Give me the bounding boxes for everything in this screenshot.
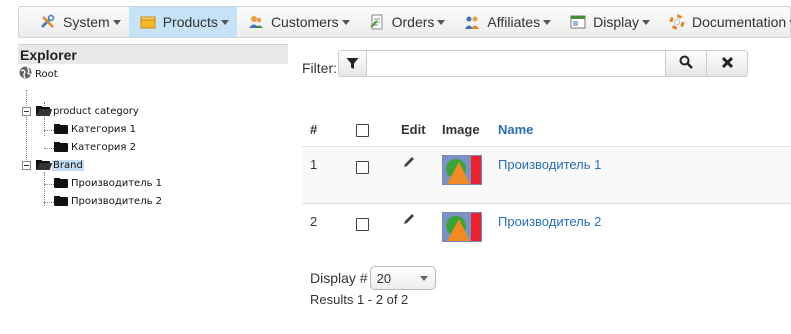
table-row: 1 Производитель 1 <box>302 146 791 203</box>
menu-affiliates[interactable]: Affiliates <box>453 7 559 37</box>
chevron-down-icon <box>341 19 350 25</box>
tree-node-manufacturer-2[interactable]: Производитель 2 <box>54 193 163 209</box>
close-icon <box>721 56 734 72</box>
menu-display[interactable]: Display <box>559 7 658 37</box>
name-link-text[interactable]: Производитель 1 <box>498 157 601 172</box>
tree-label: Производитель 2 <box>71 195 163 207</box>
pencil-icon[interactable] <box>402 212 416 229</box>
main-menu-bar: System Products Customers Orders Affilia… <box>18 6 791 38</box>
folder-open-icon <box>36 106 53 116</box>
tree-label: product category <box>53 105 139 117</box>
menu-documentation[interactable]: Documentation <box>658 7 791 37</box>
name-link-text[interactable]: Производитель 2 <box>498 214 601 229</box>
people-icon <box>463 14 481 30</box>
tree-label: Brand <box>52 159 84 171</box>
tree-connector <box>26 90 27 164</box>
filter-input[interactable] <box>367 50 666 77</box>
chevron-down-icon <box>543 19 552 25</box>
table-row: 2 Производитель 2 <box>302 203 791 260</box>
display-label: Display # <box>310 270 368 286</box>
tree-label: Производитель 1 <box>71 177 163 189</box>
menu-documentation-label: Documentation <box>692 14 787 30</box>
chevron-down-icon <box>642 19 650 25</box>
tree-connector <box>44 148 54 149</box>
manufacturer-thumbnail <box>442 155 482 185</box>
tree-node-manufacturer-1[interactable]: Производитель 1 <box>54 175 163 191</box>
users-icon <box>247 14 265 30</box>
lifebuoy-icon <box>668 14 686 30</box>
tree-connector <box>44 172 45 206</box>
collapse-toggle[interactable] <box>22 161 31 170</box>
row-number: 2 <box>310 214 318 229</box>
header-number: # <box>310 122 318 137</box>
chevron-down-icon <box>112 19 121 25</box>
folder-open-icon <box>36 160 53 170</box>
explorer-panel: Explorer Root product category Категория… <box>18 44 288 324</box>
tree-connector <box>44 202 54 203</box>
menu-system[interactable]: System <box>29 7 129 37</box>
filter-icon <box>338 50 367 77</box>
globe-icon <box>19 66 32 82</box>
folder-icon <box>54 124 68 134</box>
box-icon <box>139 14 157 30</box>
monitor-icon <box>569 14 587 30</box>
tree-node-category-2[interactable]: Категория 2 <box>54 139 137 155</box>
manufacturer-name-link[interactable]: Производитель 1 <box>498 157 601 172</box>
clear-button[interactable] <box>707 50 748 77</box>
pencil-icon[interactable] <box>402 155 416 172</box>
tree-node-product-category[interactable]: product category <box>36 103 140 119</box>
tree-label: Root <box>35 68 58 80</box>
header-edit: Edit <box>401 122 426 137</box>
menu-customers[interactable]: Customers <box>237 7 358 37</box>
select-all-checkbox[interactable] <box>356 124 369 137</box>
display-limit: Display # 20 <box>310 266 436 290</box>
tree-label: Категория 1 <box>71 123 136 135</box>
header-name-sort-link[interactable]: Name <box>498 122 533 137</box>
tree-connector <box>44 184 54 185</box>
display-limit-select[interactable]: 20 <box>369 266 436 290</box>
menu-orders-label: Orders <box>391 14 435 30</box>
search-icon <box>679 55 693 72</box>
display-limit-value: 20 <box>376 270 392 286</box>
results-counter: Results 1 - 2 of 2 <box>310 292 409 307</box>
menu-system-label: System <box>63 14 110 30</box>
tree-node-brand[interactable]: Brand <box>36 157 84 173</box>
manufacturers-table: # Edit Image Name 1 Производитель 1 2 Пр… <box>302 118 791 260</box>
row-checkbox[interactable] <box>356 218 369 231</box>
menu-display-label: Display <box>593 14 639 30</box>
menu-customers-label: Customers <box>270 14 339 30</box>
tree-connector <box>44 130 54 131</box>
tools-icon <box>39 14 57 30</box>
header-image: Image <box>442 122 480 137</box>
tree-node-category-1[interactable]: Категория 1 <box>54 121 137 137</box>
menu-products[interactable]: Products <box>128 7 237 37</box>
chevron-down-icon <box>437 19 446 25</box>
explorer-title: Explorer <box>18 44 288 64</box>
chevron-down-icon <box>419 276 428 281</box>
menu-orders[interactable]: Orders <box>358 7 454 37</box>
chevron-down-icon <box>220 19 229 25</box>
tree-node-root[interactable]: Root <box>19 66 59 82</box>
folder-icon <box>54 178 68 188</box>
collapse-toggle[interactable] <box>22 107 31 116</box>
table-header: # Edit Image Name <box>302 118 791 146</box>
filter-label: Filter: <box>302 60 337 76</box>
menu-products-label: Products <box>162 14 218 30</box>
row-number: 1 <box>310 157 318 172</box>
filter-group <box>338 50 748 77</box>
tree-label: Категория 2 <box>71 141 136 153</box>
folder-icon <box>54 196 68 206</box>
manufacturer-name-link[interactable]: Производитель 2 <box>498 214 601 229</box>
folder-icon <box>54 142 68 152</box>
row-checkbox[interactable] <box>356 161 369 174</box>
document-icon <box>368 14 386 30</box>
menu-affiliates-label: Affiliates <box>487 14 541 30</box>
manufacturer-thumbnail <box>442 212 482 242</box>
search-button[interactable] <box>666 50 707 77</box>
